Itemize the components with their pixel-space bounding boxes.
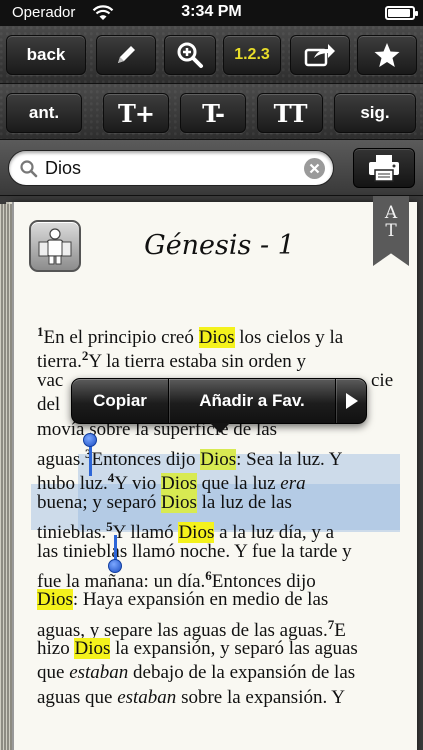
selection-start-handle-bar[interactable]	[89, 446, 92, 476]
star-icon	[374, 43, 400, 67]
search-input[interactable]	[45, 156, 295, 180]
text-line: hubo luz.4Y vio Dios que la luz era	[37, 466, 409, 495]
next-chapter-button[interactable]: sig.	[334, 93, 416, 133]
text-line: tinieblas.5Y llamó Dios a la luz día, y …	[37, 515, 409, 544]
font-toolbar: ant. T+ T- TT sig.	[0, 84, 423, 140]
font-decrease-label: T-	[202, 98, 225, 128]
text-line: aguas que estaban sobre la expansión. Y	[37, 686, 409, 710]
text-span: sobre la expansión. Y	[176, 686, 345, 708]
favorite-button[interactable]	[357, 35, 417, 75]
ribbon-letter-t: T	[385, 221, 397, 241]
text-span: del	[37, 394, 61, 416]
search-highlight: Dios	[160, 491, 197, 513]
text-line: Dios: Haya expansión en medio de las	[37, 588, 409, 612]
play-arrow-icon	[346, 393, 358, 409]
page-edge	[0, 204, 12, 750]
back-label: back	[26, 45, 66, 64]
share-icon	[304, 44, 335, 67]
zoom-button[interactable]	[164, 35, 216, 75]
text-span: buena; y separó	[37, 491, 161, 513]
print-button[interactable]	[353, 148, 415, 188]
status-bar: Operador 3:34 PM	[0, 0, 423, 26]
search-icon	[20, 160, 38, 178]
status-time: 3:34 PM	[181, 3, 242, 20]
add-favorite-menu-item[interactable]: Añadir a Fav.	[169, 379, 335, 423]
text-span: hizo	[37, 638, 75, 660]
text-line: tierra.2Y la tierra estaba sin orden y	[37, 344, 409, 372]
add-favorite-label: Añadir a Fav.	[199, 391, 305, 410]
selection-end-handle[interactable]	[108, 559, 122, 573]
text-line: fue la mañana: un día.6Entonces dijo	[37, 564, 409, 592]
font-increase-label: T+	[118, 98, 155, 128]
text-span-italic: estaban	[69, 662, 129, 684]
printer-icon	[369, 155, 399, 182]
pencil-icon	[118, 46, 135, 63]
chapter-title: Génesis - 1	[144, 230, 295, 261]
font-style-button[interactable]: TT	[257, 93, 323, 133]
text-span: la luz de las	[196, 491, 292, 513]
previous-label: ant.	[28, 103, 60, 122]
verse-numbers-button[interactable]: 1.2.3	[223, 35, 281, 75]
text-line: 1En el principio creó Dios los cielos y …	[37, 320, 409, 348]
text-span: la expansión, y separó las aguas	[110, 638, 358, 660]
text-line: buena; y separó Dios la luz de las	[37, 491, 409, 515]
search-highlight: Dios	[74, 638, 111, 660]
copy-label: Copiar	[93, 391, 147, 410]
top-toolbar: back 1.2.3	[0, 26, 423, 84]
search-bar	[0, 140, 423, 196]
edit-menu-popup: Copiar Añadir a Fav.	[71, 378, 368, 433]
share-button[interactable]	[290, 35, 350, 75]
next-label: sig.	[360, 103, 390, 122]
clear-search-icon[interactable]	[304, 158, 325, 179]
search-field[interactable]	[8, 150, 334, 186]
copy-menu-item[interactable]: Copiar	[72, 379, 168, 423]
zoom-in-icon	[177, 42, 203, 68]
text-span-italic: estaban	[117, 686, 177, 708]
text-line: hizo Dios la expansión, y separó las agu…	[37, 637, 409, 661]
ribbon-letter-a: A	[384, 203, 398, 223]
text-line: las tinieblas llamó noche. Y fue la tard…	[37, 540, 409, 564]
more-menu-item[interactable]	[336, 379, 368, 423]
search-highlight: Dios	[37, 589, 73, 611]
text-span: cie	[371, 369, 394, 391]
edit-button[interactable]	[96, 35, 156, 75]
font-style-label: TT	[273, 98, 308, 128]
text-span: debajo de la expansión de las	[128, 662, 356, 684]
text-span: las tinieblas llamó noche. Y fue la tard…	[37, 540, 352, 562]
text-span: : Haya expansión en medio de las	[72, 589, 329, 611]
selection-start-handle[interactable]	[83, 433, 97, 447]
text-span: vac	[37, 369, 64, 391]
text-span: aguas que	[37, 686, 118, 708]
font-decrease-button[interactable]: T-	[180, 93, 246, 133]
text-span: que	[37, 662, 70, 684]
previous-chapter-button[interactable]: ant.	[6, 93, 82, 133]
verse-numbers-label: 1.2.3	[234, 46, 270, 63]
popup-pointer	[210, 423, 230, 433]
text-line: aguas, y separe las aguas de las aguas.7…	[37, 613, 409, 641]
back-button[interactable]: back	[6, 35, 86, 75]
font-increase-button[interactable]: T+	[103, 93, 169, 133]
text-line: que estaban debajo de la expansión de la…	[37, 661, 409, 685]
battery-icon	[385, 6, 418, 20]
